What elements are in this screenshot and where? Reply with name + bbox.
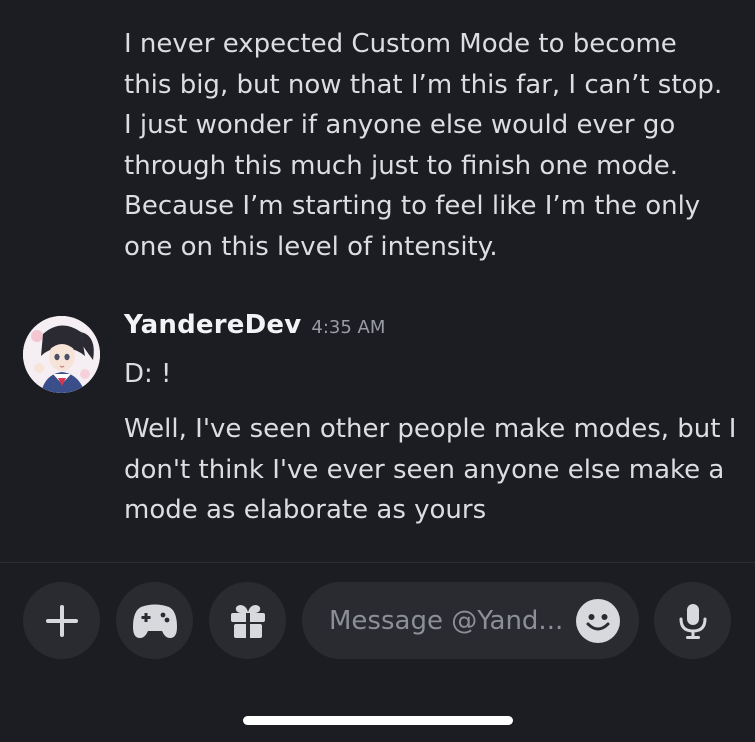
microphone-icon [679,603,706,639]
gamepad-icon [132,604,177,638]
plus-icon [45,604,78,637]
message-line: mode as elaborate as yours [124,495,487,526]
message-line: this big, but now that I’m this far, I c… [124,69,723,100]
gift-button[interactable] [209,582,286,659]
previous-message-text: I never expected Custom Mode to become t… [124,24,744,268]
message-line: don't think I've ever seen anyone else m… [124,454,725,485]
message-line: I just wonder if anyone else would ever … [124,110,676,141]
message-line: Well, I've seen other people make modes,… [124,414,737,444]
add-attachment-button[interactable] [23,582,100,659]
timestamp: 4:35 AM [311,317,386,338]
username[interactable]: YandereDev [124,310,301,340]
activities-button[interactable] [116,582,193,659]
message-text: Well, I've seen other people make modes,… [124,409,744,531]
smiley-icon [586,614,610,631]
gift-icon [230,604,265,638]
message-line: through this much just to finish one mod… [124,150,679,181]
avatar[interactable] [23,316,100,393]
message-input-placeholder: Message @Yand... [329,605,564,636]
chat-area: I never expected Custom Mode to become t… [0,0,755,562]
message-input[interactable]: Message @Yand... [302,582,639,659]
message-header: YandereDev 4:35 AM [124,310,385,340]
message-line: Because I’m starting to feel like I’m th… [124,191,701,222]
message-line: I never expected Custom Mode to become [124,29,677,59]
message-text: D: ! [124,354,744,395]
message-composer: Message @Yand... [0,563,755,742]
message-line: one on this level of intensity. [124,231,498,262]
emoji-button[interactable] [576,599,620,643]
avatar-image [23,316,100,393]
message-line: D: ! [124,359,172,389]
voice-message-button[interactable] [654,582,731,659]
home-indicator[interactable] [243,716,513,725]
